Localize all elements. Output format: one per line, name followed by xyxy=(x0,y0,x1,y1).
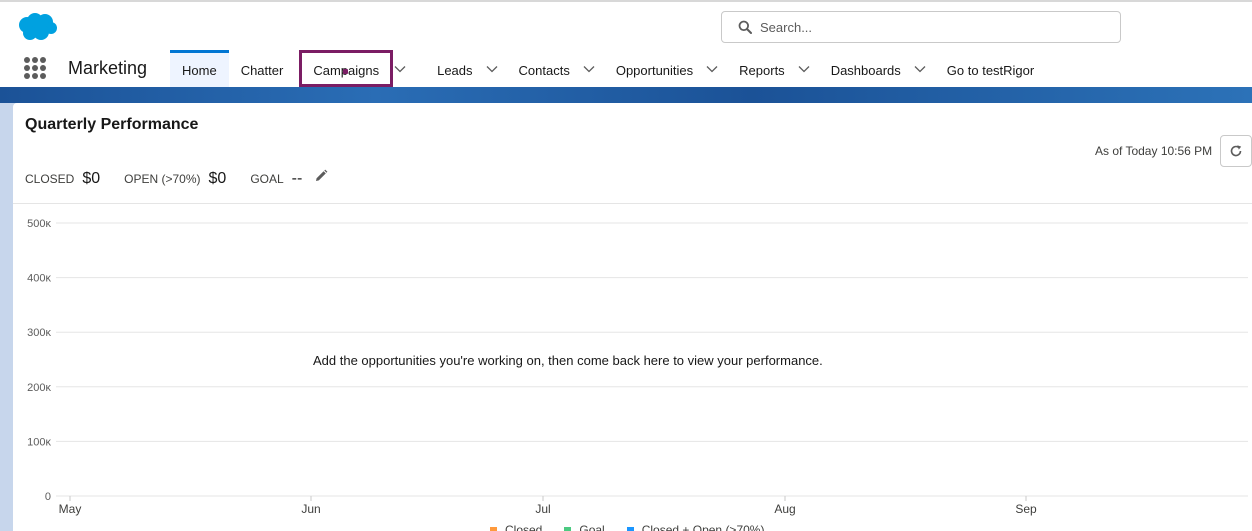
chevron-down-icon xyxy=(583,65,595,72)
legend-item-closed: Closed xyxy=(490,523,542,531)
legend-swatch xyxy=(564,526,572,531)
nav-tab-label: Dashboards xyxy=(830,62,901,78)
nav-tab-label: Contacts xyxy=(518,62,570,78)
nav-tab-label: Leads xyxy=(437,62,473,78)
y-axis-tick-label: 200κ xyxy=(27,382,51,394)
chevron-down-icon xyxy=(914,65,926,72)
y-axis-tick-label: 500κ xyxy=(27,218,51,230)
y-axis-tick-label: 100κ xyxy=(27,436,51,448)
nav-tab-dashboards[interactable]: Dashboards xyxy=(819,50,913,87)
legend-item-goal: Goal xyxy=(564,523,605,531)
nav-tab-label: Chatter xyxy=(240,62,284,78)
chevron-down-icon xyxy=(706,65,718,72)
nav-tab-label: Opportunities xyxy=(615,62,694,78)
nav-tab-label: Reports xyxy=(739,62,785,78)
chart-legend: Closed Goal Closed + Open (>70%) xyxy=(490,523,786,531)
leads-dropdown-button[interactable] xyxy=(485,50,507,87)
nav-tab-go-to-testrigor[interactable]: Go to testRigor xyxy=(935,50,1046,87)
chevron-down-icon xyxy=(486,65,497,72)
performance-chart: 0 100κ 200κ 300κ 400κ 500κ May Jun Jul Aug Sep xyxy=(27,218,1248,516)
empty-state-message: Add the opportunities you're working on,… xyxy=(313,353,823,368)
global-header xyxy=(0,0,1252,50)
nav-tab-reports[interactable]: Reports xyxy=(727,50,797,87)
y-axis-tick-label: 300κ xyxy=(27,327,51,339)
nav-tab-contacts[interactable]: Contacts xyxy=(507,50,582,87)
opportunities-dropdown-button[interactable] xyxy=(705,50,727,87)
campaigns-dropdown-button[interactable] xyxy=(393,50,415,87)
nav-tab-label: Go to testRigor xyxy=(946,62,1035,78)
legend-label: Goal xyxy=(579,523,605,531)
nav-tab-leads[interactable]: Leads xyxy=(425,50,484,87)
nav-tab-home[interactable]: Home xyxy=(170,50,229,87)
nav-tab-campaigns[interactable]: Campaigns xyxy=(299,50,394,87)
legend-swatch xyxy=(490,526,497,531)
nav-tab-label: Home xyxy=(182,62,217,78)
x-axis-tick-label: Jun xyxy=(301,502,320,516)
global-search[interactable] xyxy=(721,11,1121,43)
salesforce-logo-icon[interactable] xyxy=(16,12,58,42)
dashboards-dropdown-button[interactable] xyxy=(913,50,935,87)
nav-tab-opportunities[interactable]: Opportunities xyxy=(604,50,705,87)
reports-dropdown-button[interactable] xyxy=(797,50,819,87)
x-axis-tick-label: May xyxy=(59,502,82,516)
x-axis-tick-label: Jul xyxy=(535,502,550,516)
y-axis-tick-label: 400κ xyxy=(27,273,51,285)
legend-item-closed-plus-open: Closed + Open (>70%) xyxy=(626,523,765,531)
search-icon xyxy=(738,20,752,34)
x-axis-tick-label: Aug xyxy=(774,502,795,516)
nav-tab-chatter[interactable]: Chatter xyxy=(229,50,296,87)
background-banner xyxy=(0,87,1252,103)
contacts-dropdown-button[interactable] xyxy=(582,50,604,87)
nav-tabs: Home Chatter Campaigns Leads Contacts Op… xyxy=(170,50,1046,87)
chevron-down-icon xyxy=(798,65,810,72)
x-axis-tick-label: Sep xyxy=(1015,502,1037,516)
chevron-down-icon xyxy=(394,65,406,72)
y-axis-tick-label: 0 xyxy=(45,491,51,503)
legend-swatch xyxy=(626,526,634,531)
quarterly-performance-card: Quarterly Performance As of Today 10:56 … xyxy=(13,103,1252,531)
navigation-bar: Marketing Home Chatter Campaigns Leads C… xyxy=(0,50,1252,87)
cursor-marker xyxy=(343,69,349,74)
search-input[interactable] xyxy=(760,19,1100,35)
app-launcher-icon[interactable] xyxy=(24,57,46,79)
legend-label: Closed + Open (>70%) xyxy=(641,523,765,531)
app-name: Marketing xyxy=(68,58,148,78)
legend-label: Closed xyxy=(505,523,543,531)
